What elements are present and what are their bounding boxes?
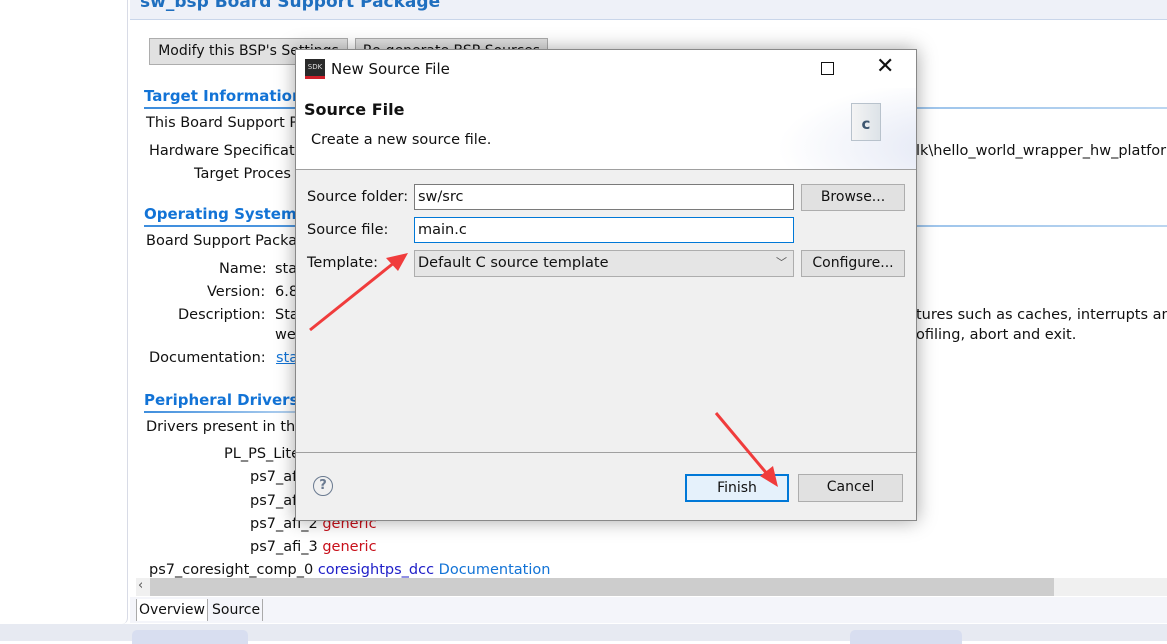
arrow-to-finish	[714, 412, 770, 476]
arrow-to-template	[309, 260, 396, 332]
annotation-arrows	[309, 253, 778, 487]
